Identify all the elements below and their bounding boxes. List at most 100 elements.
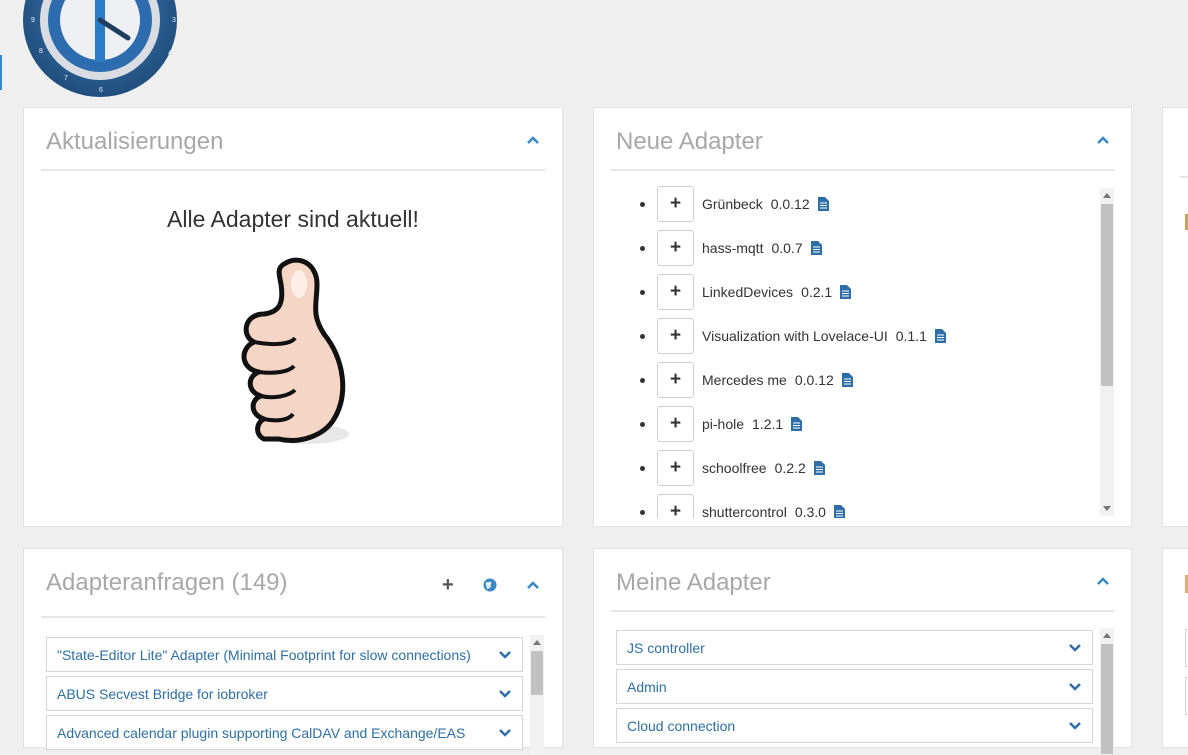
svg-text:9: 9 (31, 17, 35, 24)
chevron-down-icon[interactable] (498, 689, 512, 698)
my-adapters-scrollbar[interactable] (1100, 628, 1114, 754)
list-item: + shuttercontrol 0.3.0 (611, 494, 845, 518)
my-adapter-name: JS controller (627, 639, 705, 656)
scroll-down-arrow[interactable] (1103, 506, 1111, 511)
panel-divider (611, 169, 1114, 171)
svg-text:4: 4 (168, 50, 172, 57)
readme-doc-icon[interactable] (817, 197, 829, 211)
requests-scrollbar[interactable] (530, 635, 544, 755)
panel-divider (41, 169, 545, 171)
install-button[interactable]: + (657, 186, 694, 222)
adapter-name: Mercedes me (702, 372, 787, 388)
bullet (640, 465, 645, 471)
svg-text:6: 6 (99, 87, 103, 94)
install-button[interactable]: + (657, 318, 694, 354)
chevron-up-icon[interactable] (526, 135, 540, 145)
adapter-version: 0.1.1 (895, 328, 927, 344)
list-item: + LinkedDevices 0.2.1 (611, 274, 852, 310)
install-button[interactable]: + (657, 406, 694, 442)
bullet (640, 201, 645, 207)
my-adapter-row[interactable]: JS controller (616, 630, 1093, 665)
chevron-up-icon[interactable] (1096, 135, 1110, 145)
chevron-down-icon[interactable] (1068, 721, 1082, 730)
new-adapters-list: + Grünbeck 0.0.12 + hass-mqtt 0.0.7 + Li… (611, 186, 1099, 518)
chevron-down-icon[interactable] (498, 650, 512, 659)
request-title: ABUS Secvest Bridge for iobroker (57, 685, 268, 702)
bullet (640, 289, 645, 295)
chevron-up-icon[interactable] (1096, 576, 1110, 586)
iobroker-clock-logo: 3 4 5 6 7 8 9 (23, 0, 177, 97)
adapter-name: Visualization with Lovelace-UI (702, 328, 888, 344)
svg-text:3: 3 (172, 17, 176, 24)
panel-divider (1180, 176, 1188, 178)
chevron-up-icon[interactable] (526, 580, 540, 590)
new-adapters-panel: Neue Adapter + Grünbeck 0.0.12 + hass-mq… (593, 107, 1132, 527)
updates-title: Aktualisierungen (46, 128, 224, 155)
svg-text:7: 7 (64, 75, 68, 82)
my-adapter-row[interactable]: Admin (616, 669, 1093, 704)
scroll-up-arrow[interactable] (1103, 633, 1111, 638)
adapter-requests-panel: Adapteranfragen (149) + "State-Editor Li… (23, 548, 563, 755)
plus-icon[interactable]: + (442, 574, 454, 597)
readme-doc-icon[interactable] (841, 373, 853, 387)
panel-divider (41, 616, 545, 618)
adapter-version: 0.2.2 (774, 460, 806, 476)
list-item: + schoolfree 0.2.2 (611, 450, 825, 486)
scroll-up-arrow[interactable] (533, 640, 541, 645)
list-item: + Visualization with Lovelace-UI 0.1.1 (611, 318, 946, 354)
request-row[interactable]: ABUS Secvest Bridge for iobroker (46, 676, 523, 711)
updates-panel: Aktualisierungen Alle Adapter sind aktue… (23, 107, 563, 527)
my-adapter-name: Cloud connection (627, 717, 736, 734)
panel-divider (611, 610, 1114, 612)
readme-doc-icon[interactable] (810, 241, 822, 255)
svg-text:8: 8 (39, 48, 43, 55)
request-title: Advanced calendar plugin supporting CalD… (57, 724, 466, 741)
list-item: + Grünbeck 0.0.12 (611, 186, 829, 222)
bullet (640, 421, 645, 427)
scroll-up-arrow[interactable] (1103, 193, 1111, 198)
adapter-requests-title: Adapteranfragen (149) (46, 569, 288, 596)
adapter-name: schoolfree (702, 460, 767, 476)
scroll-thumb[interactable] (531, 651, 543, 695)
bullet (640, 509, 645, 515)
adapter-version: 0.0.12 (770, 196, 810, 212)
list-item: + Mercedes me 0.0.12 (611, 362, 853, 398)
my-adapter-row[interactable]: Cloud connection (616, 708, 1093, 743)
readme-doc-icon[interactable] (934, 329, 946, 343)
up-to-date-message: Alle Adapter sind aktuell! (167, 206, 419, 232)
install-button[interactable]: + (657, 494, 694, 518)
readme-doc-icon[interactable] (833, 505, 845, 518)
bullet (640, 377, 645, 383)
adapter-name: pi-hole (702, 416, 745, 432)
scroll-thumb[interactable] (1101, 644, 1113, 754)
install-button[interactable]: + (657, 362, 694, 398)
adapter-name: LinkedDevices (702, 284, 794, 300)
request-title: "State-Editor Lite" Adapter (Minimal Foo… (57, 646, 471, 663)
svg-text:5: 5 (152, 77, 156, 84)
chevron-down-icon[interactable] (1068, 643, 1082, 652)
request-row[interactable]: "State-Editor Lite" Adapter (Minimal Foo… (46, 637, 523, 672)
adapter-version: 0.3.0 (794, 504, 826, 518)
install-button[interactable]: + (657, 450, 694, 486)
my-adapters-panel: Meine Adapter JS controller Admin Cloud … (593, 548, 1132, 754)
adapter-name: shuttercontrol (702, 504, 787, 518)
globe-icon[interactable] (483, 578, 497, 592)
install-button[interactable]: + (657, 230, 694, 266)
my-adapter-name: Admin (627, 678, 667, 695)
request-row[interactable]: Advanced calendar plugin supporting CalD… (46, 715, 523, 750)
readme-doc-icon[interactable] (791, 417, 803, 431)
adapter-version: 0.2.1 (801, 284, 833, 300)
readme-doc-icon[interactable] (813, 461, 825, 475)
new-adapters-title: Neue Adapter (616, 128, 763, 155)
adapter-version: 0.0.12 (794, 372, 834, 388)
adapter-name: hass-mqtt (702, 240, 764, 256)
chevron-down-icon[interactable] (1068, 682, 1082, 691)
right-panel-bottom-partial (1162, 548, 1188, 748)
readme-doc-icon[interactable] (840, 285, 852, 299)
scroll-thumb[interactable] (1101, 204, 1113, 386)
bullet (640, 245, 645, 251)
new-adapters-scrollbar[interactable] (1100, 188, 1114, 516)
list-item: + pi-hole 1.2.1 (611, 406, 803, 442)
left-accent-bar (0, 55, 2, 90)
install-button[interactable]: + (657, 274, 694, 310)
